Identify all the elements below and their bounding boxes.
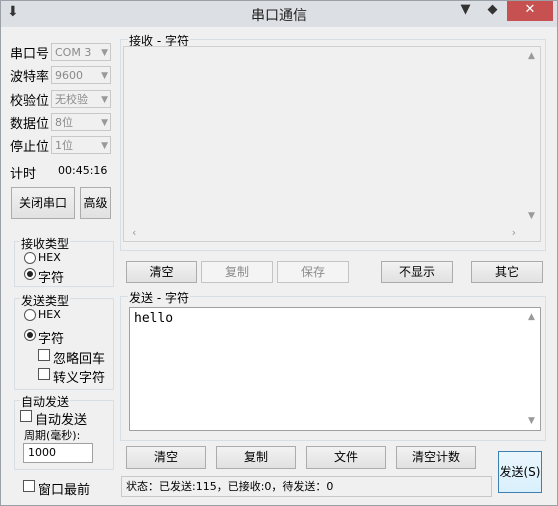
chevron-down-icon: ▼ — [101, 48, 108, 58]
auto-send-checkbox[interactable] — [20, 410, 32, 422]
receive-textarea[interactable]: ▲ ▼ ‹ › — [123, 46, 541, 242]
escape-char-checkbox[interactable] — [38, 368, 50, 380]
send-copy-button[interactable]: 复制 — [216, 446, 296, 469]
period-label: 周期(毫秒): — [24, 429, 81, 442]
chevron-down-icon: ▼ — [101, 118, 108, 128]
send-hex-label: HEX — [38, 308, 61, 321]
timer-value: 00:45:16 — [58, 164, 108, 177]
parity-label: 校验位 — [10, 94, 50, 109]
chevron-down-icon: ▼ — [101, 71, 108, 81]
receive-hex-radio[interactable] — [24, 252, 36, 264]
serial-comm-window: ⬇ 串口通信 ▼ ◆ ✕ 串口号 COM 3 ▼ 波特率 9600 ▼ 校验位 … — [0, 0, 558, 506]
send-clear-button[interactable]: 清空 — [126, 446, 206, 469]
clear-count-button[interactable]: 清空计数 — [396, 446, 476, 469]
baud-value: 9600 — [55, 69, 83, 82]
period-input[interactable]: 1000 — [23, 443, 93, 463]
parity-select[interactable]: 无校验 ▼ — [51, 90, 111, 108]
scroll-down-icon[interactable]: ▼ — [528, 211, 535, 221]
port-label: 串口号 — [10, 47, 50, 62]
send-char-radio[interactable] — [24, 329, 36, 341]
send-button[interactable]: 发送(S) — [498, 451, 542, 493]
topmost-label: 窗口最前 — [38, 483, 91, 498]
hide-button[interactable]: 不显示 — [381, 261, 453, 283]
file-button[interactable]: 文件 — [306, 446, 386, 469]
data-bits-label: 数据位 — [10, 117, 50, 132]
receive-vscrollbar[interactable]: ▲ ▼ — [524, 47, 540, 241]
scroll-up-icon[interactable]: ▲ — [528, 312, 535, 322]
receive-save-button[interactable]: 保存 — [277, 261, 349, 283]
send-textarea[interactable]: hello ▲ ▼ — [129, 307, 541, 431]
escape-char-label: 转义字符 — [53, 371, 106, 386]
auto-send-label: 自动发送 — [35, 413, 88, 428]
ignore-cr-label: 忽略回车 — [53, 352, 106, 367]
receive-hscrollbar[interactable]: ‹ › — [124, 225, 540, 241]
send-text: hello — [134, 311, 174, 326]
scroll-up-icon[interactable]: ▲ — [528, 51, 535, 61]
other-button[interactable]: 其它 — [471, 261, 543, 283]
send-title: 发送 - 字符 — [128, 289, 190, 306]
receive-char-label: 字符 — [38, 271, 65, 286]
scroll-down-icon[interactable]: ▼ — [528, 416, 535, 426]
send-hex-radio[interactable] — [24, 309, 36, 321]
close-port-button[interactable]: 关闭串口 — [11, 187, 75, 219]
timer-label: 计时 — [10, 167, 37, 182]
chevron-down-icon: ▼ — [101, 141, 108, 151]
data-bits-select[interactable]: 8位 ▼ — [51, 113, 111, 131]
chevron-down-icon: ▼ — [101, 95, 108, 105]
status-bar: 状态：已发送:115，已接收:0，待发送：0 — [121, 476, 492, 497]
baud-select[interactable]: 9600 ▼ — [51, 66, 111, 84]
baud-label: 波特率 — [10, 70, 50, 85]
parity-value: 无校验 — [55, 93, 88, 106]
minimize-button[interactable]: ▼ — [452, 1, 479, 21]
receive-copy-button[interactable]: 复制 — [201, 261, 273, 283]
stop-bits-select[interactable]: 1位 ▼ — [51, 136, 111, 154]
port-select[interactable]: COM 3 ▼ — [51, 43, 111, 61]
auto-send-title: 自动发送 — [20, 393, 71, 410]
receive-type-title: 接收类型 — [20, 235, 71, 252]
send-vscrollbar[interactable]: ▲ ▼ — [524, 308, 540, 430]
close-button[interactable]: ✕ — [507, 1, 553, 21]
send-type-title: 发送类型 — [20, 292, 71, 309]
ignore-cr-checkbox[interactable] — [38, 349, 50, 361]
receive-hex-label: HEX — [38, 251, 61, 264]
maximize-button[interactable]: ◆ — [479, 1, 506, 21]
port-value: COM 3 — [55, 46, 92, 59]
advanced-button[interactable]: 高级 — [80, 187, 111, 219]
receive-char-radio[interactable] — [24, 268, 36, 280]
topmost-checkbox[interactable] — [23, 480, 35, 492]
scroll-right-icon[interactable]: › — [512, 226, 516, 239]
stop-bits-value: 1位 — [55, 139, 73, 152]
title-bar: ⬇ 串口通信 ▼ ◆ ✕ — [1, 1, 557, 27]
scroll-left-icon[interactable]: ‹ — [132, 226, 136, 239]
receive-clear-button[interactable]: 清空 — [126, 261, 197, 283]
stop-bits-label: 停止位 — [10, 140, 50, 155]
data-bits-value: 8位 — [55, 116, 73, 129]
send-char-label: 字符 — [38, 332, 65, 347]
